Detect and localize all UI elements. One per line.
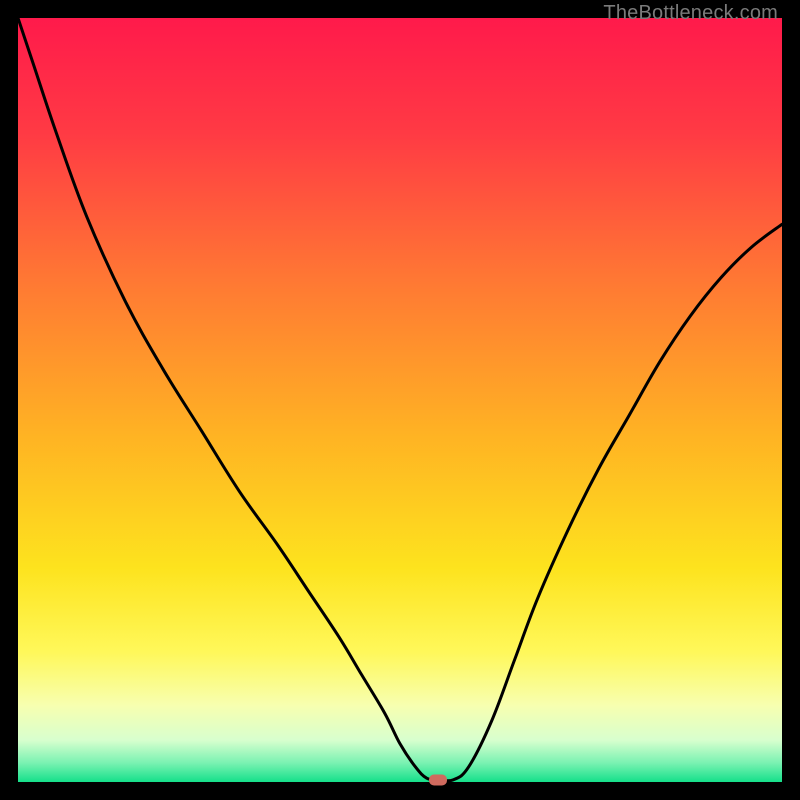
bottleneck-chart: [18, 18, 782, 782]
watermark-text: TheBottleneck.com: [603, 2, 778, 25]
chart-frame: [18, 18, 782, 782]
gradient-background: [18, 18, 782, 782]
optimal-marker: [429, 774, 447, 785]
